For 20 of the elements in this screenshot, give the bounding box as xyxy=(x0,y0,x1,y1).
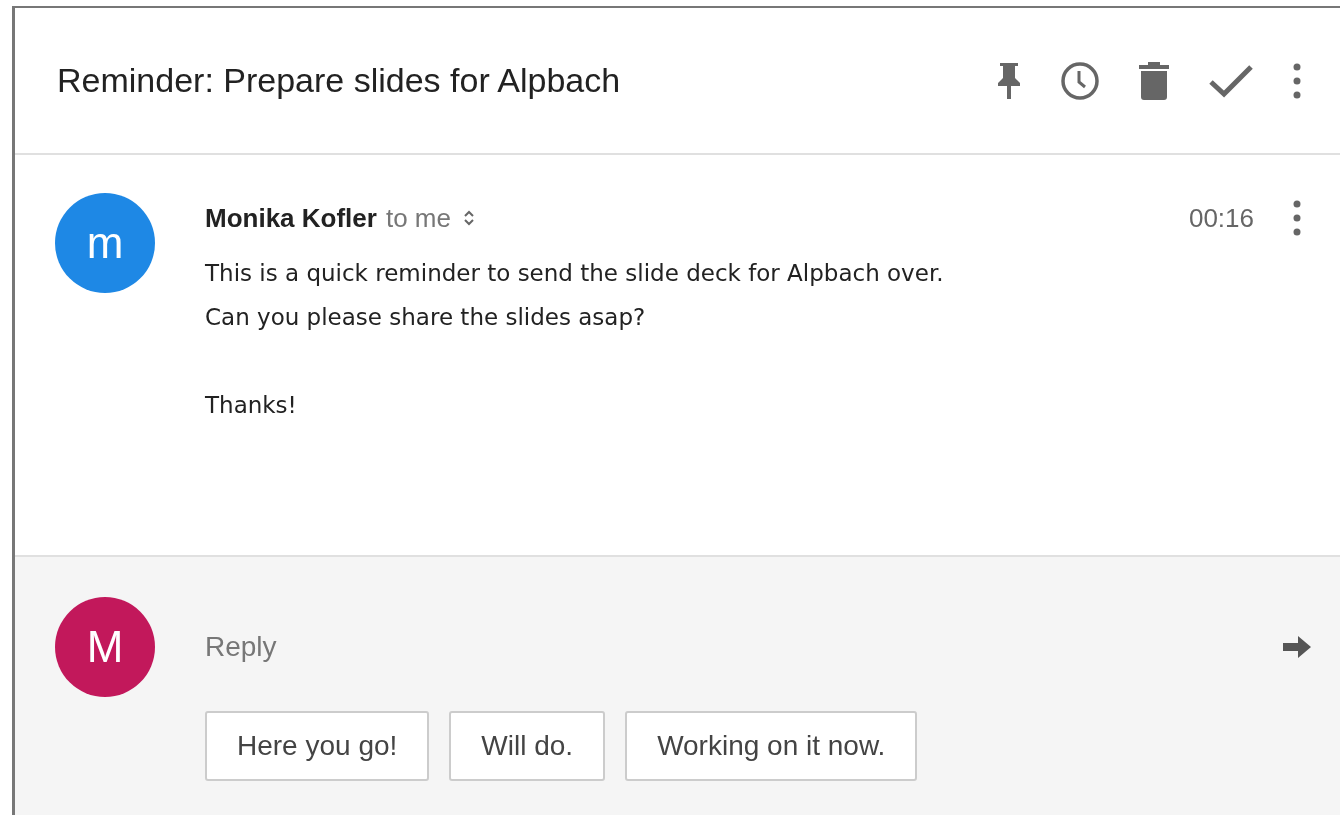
arrow-icon[interactable] xyxy=(1282,635,1312,659)
sender-name: Monika Kofler xyxy=(205,201,377,235)
message-line: This is a quick reminder to send the slide deck for Alpbach over. xyxy=(205,259,945,288)
message-line: Can you please share the slides asap? xyxy=(205,303,647,332)
sender-avatar: m xyxy=(55,193,155,293)
expand-icon[interactable] xyxy=(462,208,475,228)
check-icon[interactable] xyxy=(1208,62,1254,99)
more-icon[interactable] xyxy=(1292,198,1302,238)
user-avatar: M xyxy=(55,597,155,697)
suggestion-chip[interactable]: Will do. xyxy=(449,711,606,781)
subject-title: Reminder: Prepare slides for Alpbach xyxy=(57,60,621,101)
suggestion-chip[interactable]: Working on it now. xyxy=(625,711,918,781)
suggestion-chip[interactable]: Here you go! xyxy=(205,711,430,781)
message-time: 00:16 xyxy=(1188,201,1254,235)
trash-icon[interactable] xyxy=(1138,60,1170,101)
clock-icon[interactable] xyxy=(1060,60,1100,101)
message-signoff: Thanks! xyxy=(205,391,298,420)
pin-icon[interactable] xyxy=(996,60,1022,101)
recipient-label: to me xyxy=(385,201,451,235)
reply-field[interactable]: Reply xyxy=(205,626,1282,668)
